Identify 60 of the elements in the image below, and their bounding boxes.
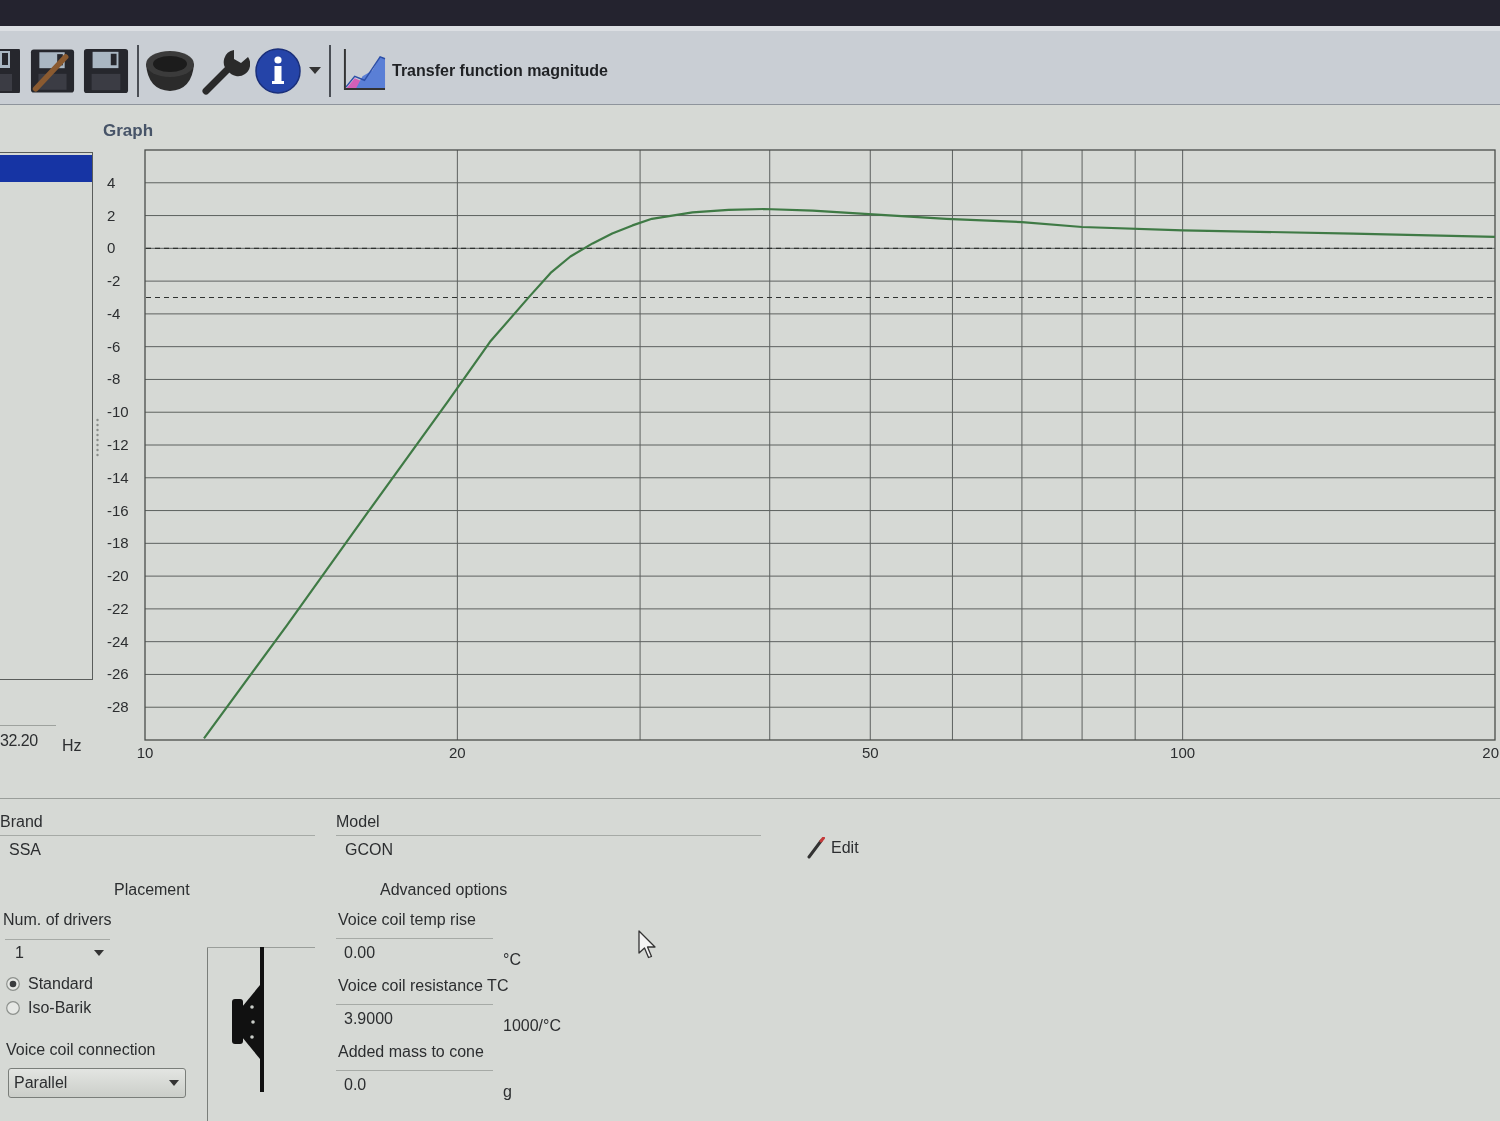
x-tick-label: 50 bbox=[861, 744, 879, 761]
section-header: Placement bbox=[114, 880, 190, 900]
field-label: Brand bbox=[0, 812, 43, 832]
mouse-cursor-icon bbox=[638, 930, 658, 959]
field-label: Voice coil temp rise bbox=[337, 910, 476, 930]
edit-button[interactable]: Edit bbox=[805, 834, 861, 861]
unit-label: Hz bbox=[62, 735, 82, 756]
radio-icon[interactable] bbox=[6, 1001, 20, 1015]
unit-label: g bbox=[503, 1082, 512, 1102]
brand-field[interactable]: SSA bbox=[0, 835, 315, 863]
y-tick-label: -22 bbox=[107, 599, 129, 617]
y-tick-label: -4 bbox=[107, 304, 121, 322]
text-field[interactable]: 3.9000 bbox=[336, 1004, 493, 1032]
y-tick-label: -16 bbox=[107, 501, 129, 519]
bowl-icon[interactable] bbox=[145, 49, 195, 92]
y-tick-label: -8 bbox=[107, 370, 121, 388]
y-tick-label: -2 bbox=[107, 272, 121, 290]
unit-label: 1000/°C bbox=[503, 1016, 561, 1036]
y-tick-label: -6 bbox=[107, 337, 121, 355]
y-tick-label: 2 bbox=[107, 206, 116, 224]
y-tick-label: 4 bbox=[107, 173, 116, 191]
radio-option[interactable]: Iso-Barik bbox=[0, 997, 92, 1019]
splitter-grip-icon bbox=[95, 418, 100, 458]
field-label: Num. of drivers bbox=[2, 910, 112, 930]
area-chart-icon bbox=[341, 48, 386, 93]
text-field[interactable]: 0.0 bbox=[336, 1070, 493, 1098]
info-icon[interactable] bbox=[255, 47, 301, 94]
y-tick-label: -28 bbox=[107, 698, 129, 716]
x-tick-label: 10 bbox=[136, 744, 154, 761]
field-label: Voice coil resistance TC bbox=[337, 976, 509, 996]
model-field[interactable]: GCON bbox=[336, 835, 761, 863]
caret-icon[interactable] bbox=[309, 67, 321, 74]
connection-dropdown[interactable]: Parallel bbox=[8, 1068, 186, 1098]
radio-icon[interactable] bbox=[6, 977, 20, 991]
radio-option[interactable]: Standard bbox=[0, 973, 93, 995]
floppy-disk-pencil-icon[interactable] bbox=[30, 47, 75, 94]
y-tick-label: -10 bbox=[107, 403, 129, 421]
drivers-dropdown[interactable]: 1 bbox=[5, 939, 110, 965]
field-label: Model bbox=[336, 812, 380, 832]
y-tick-label: -18 bbox=[107, 534, 129, 552]
y-tick-label: 0 bbox=[107, 239, 116, 257]
unit-label: °C bbox=[503, 950, 521, 970]
y-tick-label: -26 bbox=[107, 665, 129, 683]
y-tick-label: -24 bbox=[107, 632, 129, 650]
y-tick-label: -20 bbox=[107, 567, 129, 585]
field-label: Voice coil connection bbox=[5, 1040, 156, 1060]
frequency-field[interactable]: 32.20 bbox=[0, 725, 56, 758]
field-label: Added mass to cone bbox=[337, 1042, 484, 1062]
graph-title: Graph bbox=[103, 120, 154, 142]
pencil-icon bbox=[807, 836, 825, 859]
x-tick-label: 100 bbox=[1170, 744, 1196, 761]
cut-axis-label: 20 bbox=[1482, 744, 1499, 761]
chart-type-button[interactable]: Transfer function magnitude bbox=[341, 45, 608, 96]
y-tick-label: -14 bbox=[107, 468, 129, 486]
caret-icon bbox=[169, 1080, 179, 1086]
x-tick-label: 20 bbox=[449, 744, 466, 761]
text-field[interactable]: 0.00 bbox=[336, 938, 493, 966]
caret-icon bbox=[94, 949, 104, 956]
y-tick-label: -12 bbox=[107, 436, 129, 453]
section-header: Advanced options bbox=[380, 880, 508, 900]
